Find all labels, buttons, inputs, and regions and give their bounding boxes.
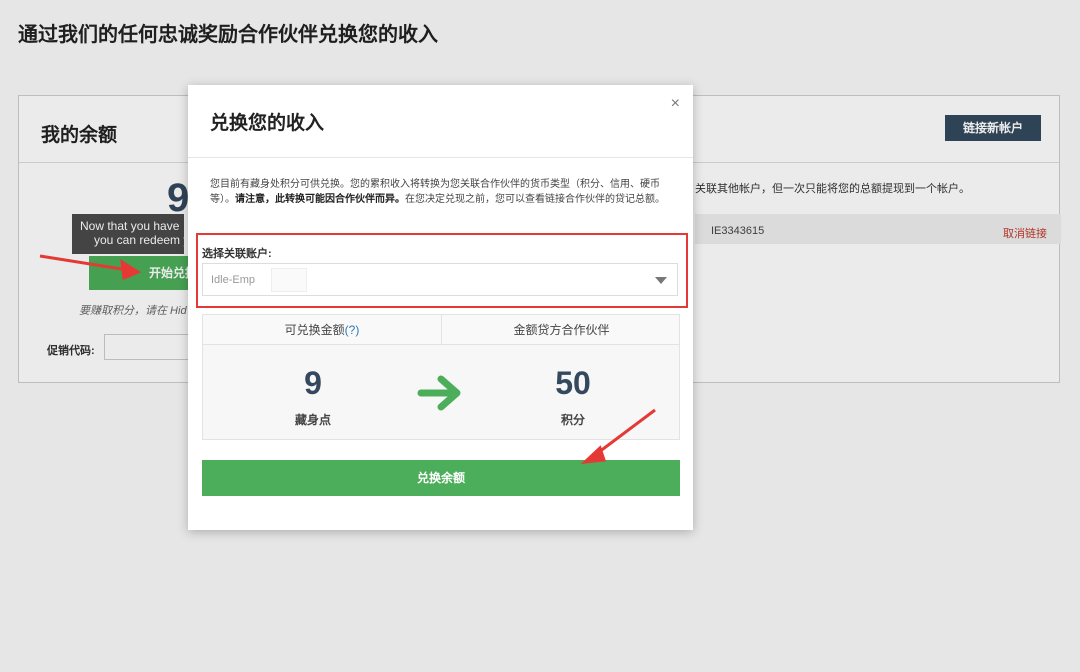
account-select-value: Idle-Emp	[211, 274, 256, 286]
description-text-2: 在您决定兑现之前，您可以查看链接合作伙伴的贷记总额。	[405, 194, 665, 205]
arrow-right-icon	[417, 375, 461, 411]
partner-amount-header: 金额贷方合作伙伴	[513, 323, 610, 337]
modal-description: 您目前有藏身处积分可供兑换。您的累积收入将转换为您关联合作伙伴的货币类型（积分、…	[210, 177, 670, 207]
modal-divider	[188, 157, 693, 158]
partner-unit: 积分	[560, 413, 585, 427]
chevron-down-icon[interactable]	[655, 277, 667, 284]
close-icon[interactable]: ×	[671, 95, 680, 113]
modal-title: 兑换您的收入	[210, 113, 325, 134]
conversion-header: 可兑换金额(?) 金额贷方合作伙伴	[203, 315, 679, 345]
redeem-balance-button[interactable]: 兑换余额	[202, 460, 680, 496]
partner-value: 50	[555, 365, 591, 401]
conversion-panel: 可兑换金额(?) 金额贷方合作伙伴 9 藏身点 50 积分	[202, 314, 680, 440]
redeemable-unit: 藏身点	[294, 413, 331, 427]
redaction-mask	[271, 268, 307, 292]
help-icon[interactable]: (?)	[345, 323, 360, 337]
redeemable-amount-header: 可兑换金额(?)	[203, 315, 442, 345]
description-warning: 请注意，此转换可能因合作伙伴而异。	[235, 194, 405, 205]
account-select[interactable]: Idle-Emp	[202, 263, 678, 296]
redeem-modal: 兑换您的收入 × 您目前有藏身处积分可供兑换。您的累积收入将转换为您关联合作伙伴…	[188, 85, 693, 530]
redeemable-value: 9	[304, 365, 322, 401]
select-account-label: 选择关联账户:	[202, 248, 272, 260]
